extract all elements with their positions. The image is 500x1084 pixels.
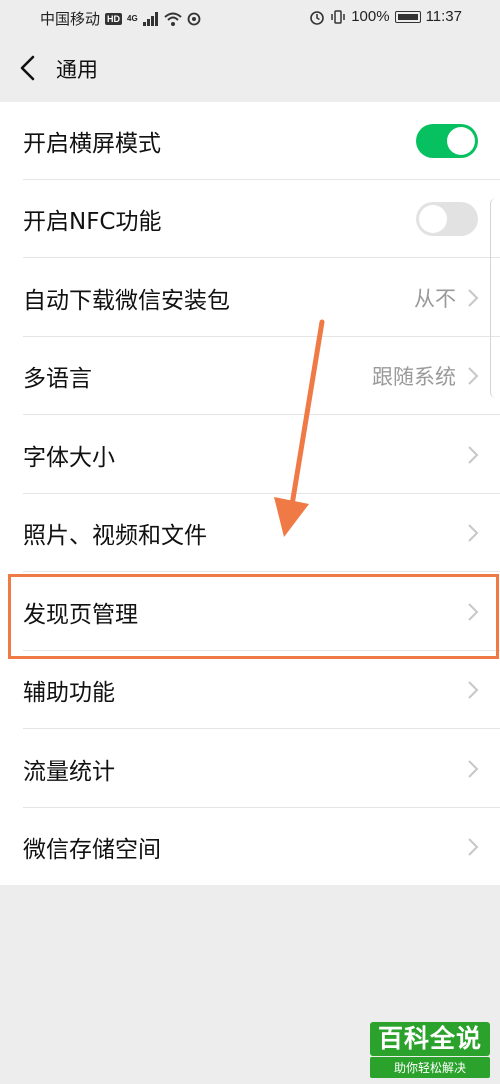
network-4g-label: 4G <box>127 14 138 23</box>
setting-value: 从不 <box>414 287 456 311</box>
setting-label: 开启横屏模式 <box>23 131 161 157</box>
setting-data-usage[interactable]: 流量统计 <box>0 730 500 808</box>
setting-label: 照片、视频和文件 <box>23 523 207 549</box>
toggle-knob <box>419 205 447 233</box>
setting-nfc[interactable]: 开启NFC功能 <box>0 180 500 258</box>
watermark-title: 百科全说 <box>370 1022 490 1056</box>
setting-label: 发现页管理 <box>23 602 138 628</box>
setting-discover-management[interactable]: 发现页管理 <box>0 573 500 651</box>
setting-label: 流量统计 <box>23 759 115 785</box>
setting-label: 多语言 <box>23 366 92 392</box>
setting-storage[interactable]: 微信存储空间 <box>0 808 500 886</box>
setting-accessibility[interactable]: 辅助功能 <box>0 651 500 729</box>
setting-label: 字体大小 <box>23 445 115 471</box>
chevron-left-icon <box>20 55 35 81</box>
battery-icon <box>394 10 421 23</box>
watermark-subtitle: 助你轻松解决 <box>370 1057 490 1078</box>
setting-label: 自动下载微信安装包 <box>23 288 230 314</box>
netease-music-icon <box>187 12 201 25</box>
setting-value: 跟随系统 <box>372 365 456 389</box>
chevron-right-icon <box>466 679 480 701</box>
row-divider <box>23 728 500 729</box>
back-button[interactable] <box>14 51 44 85</box>
scroll-indicator[interactable] <box>490 198 498 398</box>
signal-icon <box>142 11 158 26</box>
carrier-label: 中国移动 <box>40 11 101 28</box>
chevron-right-icon <box>466 444 480 466</box>
setting-landscape-mode[interactable]: 开启横屏模式 <box>0 102 500 180</box>
hd-badge: HD <box>105 12 123 25</box>
status-right: 100% 11:37 <box>309 8 462 25</box>
row-divider <box>23 257 500 258</box>
toggle-knob <box>447 127 475 155</box>
setting-auto-download[interactable]: 自动下载微信安装包 从不 <box>0 259 500 337</box>
page-title: 通用 <box>56 58 98 82</box>
alarm-icon <box>310 10 324 25</box>
setting-font-size[interactable]: 字体大小 <box>0 416 500 494</box>
chevron-right-icon <box>466 365 480 387</box>
setting-photos-videos-files[interactable]: 照片、视频和文件 <box>0 494 500 572</box>
nav-bar: 通用 <box>0 34 500 102</box>
setting-label: 微信存储空间 <box>23 837 161 863</box>
status-bar: 中国移动 HD 4G 100% 11:37 <box>0 0 500 34</box>
landscape-mode-toggle[interactable] <box>416 124 478 158</box>
status-left: 中国移动 HD 4G <box>40 8 201 29</box>
status-time: 11:37 <box>425 8 462 25</box>
watermark-logo: 百科全说 助你轻松解决 <box>370 1022 490 1078</box>
chevron-right-icon <box>466 836 480 858</box>
vibrate-icon <box>331 9 345 24</box>
setting-label: 辅助功能 <box>23 680 115 706</box>
settings-list: 开启横屏模式 开启NFC功能 自动下载微信安装包 从不 多语言 跟随系统 字体大… <box>0 102 500 885</box>
row-divider <box>23 571 500 572</box>
battery-percent: 100% <box>351 8 390 25</box>
chevron-right-icon <box>466 287 480 309</box>
row-divider <box>23 414 500 415</box>
chevron-right-icon <box>466 601 480 623</box>
setting-label: 开启NFC功能 <box>23 209 162 235</box>
wifi-icon <box>164 12 182 26</box>
chevron-right-icon <box>466 758 480 780</box>
nfc-toggle[interactable] <box>416 202 478 236</box>
setting-language[interactable]: 多语言 跟随系统 <box>0 337 500 415</box>
chevron-right-icon <box>466 522 480 544</box>
